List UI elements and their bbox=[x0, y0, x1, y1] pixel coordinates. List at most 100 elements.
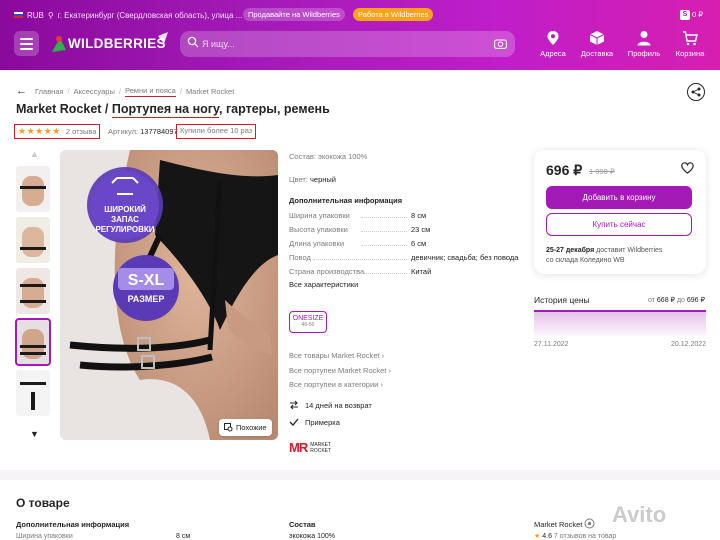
about-brand-name[interactable]: Market Rocket bbox=[534, 520, 582, 529]
spec-value: девичник; свадьба; без повода bbox=[411, 253, 519, 262]
spec-label: Ширина упаковки bbox=[289, 211, 350, 220]
sell-on-wb-link[interactable]: Продавайте на Wildberries bbox=[243, 8, 345, 21]
range-prefix: от bbox=[648, 297, 655, 304]
spec-value: 23 см bbox=[411, 225, 431, 234]
about-spec-value: 8 см bbox=[176, 533, 191, 540]
spec-dots bbox=[361, 273, 407, 274]
nav-profile[interactable]: Профиль bbox=[622, 30, 666, 60]
color-label: Цвет: bbox=[289, 175, 308, 184]
breadcrumb-belts[interactable]: Ремни и пояса bbox=[124, 86, 176, 97]
thumbnail[interactable] bbox=[16, 166, 50, 212]
thumbnail[interactable] bbox=[16, 217, 50, 263]
spec-value: Китай bbox=[411, 267, 432, 276]
breadcrumb-accessories[interactable]: Аксессуары bbox=[74, 87, 115, 96]
about-reviews-count[interactable]: 7 отзывов на товар bbox=[554, 533, 616, 540]
currency-selector[interactable]: RUB bbox=[27, 11, 44, 20]
nav-addresses[interactable]: Адреса bbox=[531, 30, 575, 60]
nav-addresses-label: Адреса bbox=[540, 49, 566, 58]
product-photo[interactable]: ШИРОКИЙ ЗАПАС РЕГУЛИРОВКИ S-XL РАЗМЕР По… bbox=[60, 150, 278, 440]
menu-button[interactable] bbox=[14, 31, 39, 56]
all-characteristics-link[interactable]: Все характеристики bbox=[289, 280, 358, 289]
thumbnail[interactable] bbox=[16, 370, 50, 416]
breadcrumb: ← Главная / Аксессуары / Ремни и пояса /… bbox=[16, 85, 234, 97]
avito-watermark: Avito bbox=[612, 502, 667, 527]
title-brand[interactable]: Market Rocket / bbox=[16, 102, 112, 116]
size-sub: 46-50 bbox=[301, 322, 315, 328]
article-number: Артикул: 137784097 bbox=[108, 127, 178, 136]
brand-logo-text-line: ROCKET bbox=[310, 447, 332, 454]
similar-search-icon bbox=[224, 423, 233, 432]
nav-delivery-label: Доставка bbox=[580, 49, 614, 58]
thumbs-up-arrow-icon[interactable]: ▲ bbox=[30, 149, 39, 159]
purchases-badge: Купили более 10 раз bbox=[176, 124, 257, 139]
color-value: черный bbox=[309, 175, 336, 184]
reviews-link[interactable]: 2 отзыва bbox=[66, 127, 97, 136]
work-at-wb-link[interactable]: Работа в Wildberries bbox=[353, 8, 434, 21]
buy-now-button[interactable]: Купить сейчас bbox=[546, 213, 692, 236]
header-topline: RUB ⚲ г. Екатеринбург (Свердловская обла… bbox=[14, 7, 242, 23]
share-button[interactable] bbox=[687, 83, 705, 101]
brand-logo[interactable]: MR MARKET ROCKET bbox=[289, 440, 331, 455]
brand-harness-link[interactable]: Все портупеи Market Rocket › bbox=[289, 366, 391, 375]
range-from: 668 ₽ bbox=[656, 297, 675, 304]
svg-text:ЗАПАС: ЗАПАС bbox=[111, 215, 139, 224]
back-arrow-icon[interactable]: ← bbox=[16, 85, 27, 97]
price-history-range: от 668 ₽ до 696 ₽ bbox=[648, 296, 705, 304]
thumbnail-active[interactable] bbox=[15, 318, 51, 366]
size-label: ONESIZE bbox=[292, 315, 324, 322]
composition-row: Состав: экокожа 100% bbox=[289, 152, 367, 161]
brand-settings-icon[interactable] bbox=[584, 518, 595, 529]
nav-cart-label: Корзина bbox=[675, 49, 705, 58]
price-history-end-date: 20.12.2022 bbox=[671, 341, 707, 348]
composition-value: экокожа 100% bbox=[318, 152, 368, 161]
share-icon bbox=[691, 87, 701, 97]
category-harness-link[interactable]: Все портупеи в категории › bbox=[289, 380, 383, 389]
search-input[interactable] bbox=[202, 31, 482, 57]
favorite-heart-icon[interactable] bbox=[681, 162, 694, 174]
camera-search-icon[interactable] bbox=[494, 38, 507, 49]
spec-dots bbox=[313, 259, 407, 260]
svg-text:S-XL: S-XL bbox=[128, 272, 165, 289]
thumbs-down-arrow-icon[interactable]: ▼ bbox=[30, 429, 39, 439]
spec-label: Высота упаковки bbox=[289, 225, 348, 234]
search-bar[interactable] bbox=[180, 31, 515, 57]
brand-logo-mark: MR bbox=[289, 440, 308, 455]
rating-summary[interactable]: ★★★★★ 2 отзыва bbox=[14, 124, 101, 139]
location-link[interactable]: г. Екатеринбург (Свердловская область), … bbox=[58, 11, 243, 20]
add-to-cart-button[interactable]: Добавить в корзину bbox=[546, 186, 692, 209]
breadcrumb-brand[interactable]: Market Rocket bbox=[186, 87, 234, 96]
balance-widget[interactable]: S 0 ₽ bbox=[680, 8, 703, 21]
page-title: Market Rocket / Портупея на ногу, гартер… bbox=[16, 102, 330, 118]
article-label: Артикул: bbox=[108, 127, 139, 136]
delivery-info: 25-27 декабря доставит Wildberries со ск… bbox=[546, 246, 662, 266]
section-divider bbox=[0, 470, 720, 480]
breadcrumb-separator: / bbox=[67, 86, 70, 96]
spec-row: Ширина упаковки 8 см bbox=[289, 211, 514, 220]
spec-value: 6 см bbox=[411, 239, 427, 248]
svg-text:РЕГУЛИРОВКИ: РЕГУЛИРОВКИ bbox=[95, 225, 154, 234]
price-history-area bbox=[534, 311, 706, 336]
logo[interactable]: WILDBERRIES bbox=[50, 30, 176, 58]
price-history-chart[interactable] bbox=[534, 308, 706, 336]
size-option[interactable]: ONESIZE 46-50 bbox=[289, 311, 327, 333]
breadcrumb-home[interactable]: Главная bbox=[35, 87, 64, 96]
article-value[interactable]: 137784097 bbox=[140, 127, 178, 136]
nav-cart[interactable]: Корзина bbox=[668, 30, 712, 60]
check-icon bbox=[289, 418, 299, 426]
russia-flag-icon bbox=[14, 12, 23, 18]
price-history-start-date: 27.11.2022 bbox=[534, 341, 569, 348]
site-header: RUB ⚲ г. Екатеринбург (Свердловская обла… bbox=[0, 0, 720, 70]
thumbnail[interactable] bbox=[16, 268, 50, 314]
spec-label: Повод bbox=[289, 253, 311, 262]
cart-icon bbox=[683, 31, 698, 46]
brand-all-products-link[interactable]: Все товары Market Rocket › bbox=[289, 351, 384, 360]
similar-label: Похожие bbox=[236, 423, 267, 432]
title-product-name: Портупея на ногу bbox=[111, 102, 219, 118]
about-composition-value: экокожа 100% bbox=[289, 533, 335, 540]
nav-delivery[interactable]: Доставка bbox=[575, 30, 619, 60]
range-mid: до bbox=[676, 297, 685, 304]
breadcrumb-separator: / bbox=[179, 86, 182, 96]
spec-label: Страна производства bbox=[289, 267, 365, 276]
search-icon bbox=[187, 36, 199, 48]
similar-button[interactable]: Похожие bbox=[219, 419, 272, 436]
